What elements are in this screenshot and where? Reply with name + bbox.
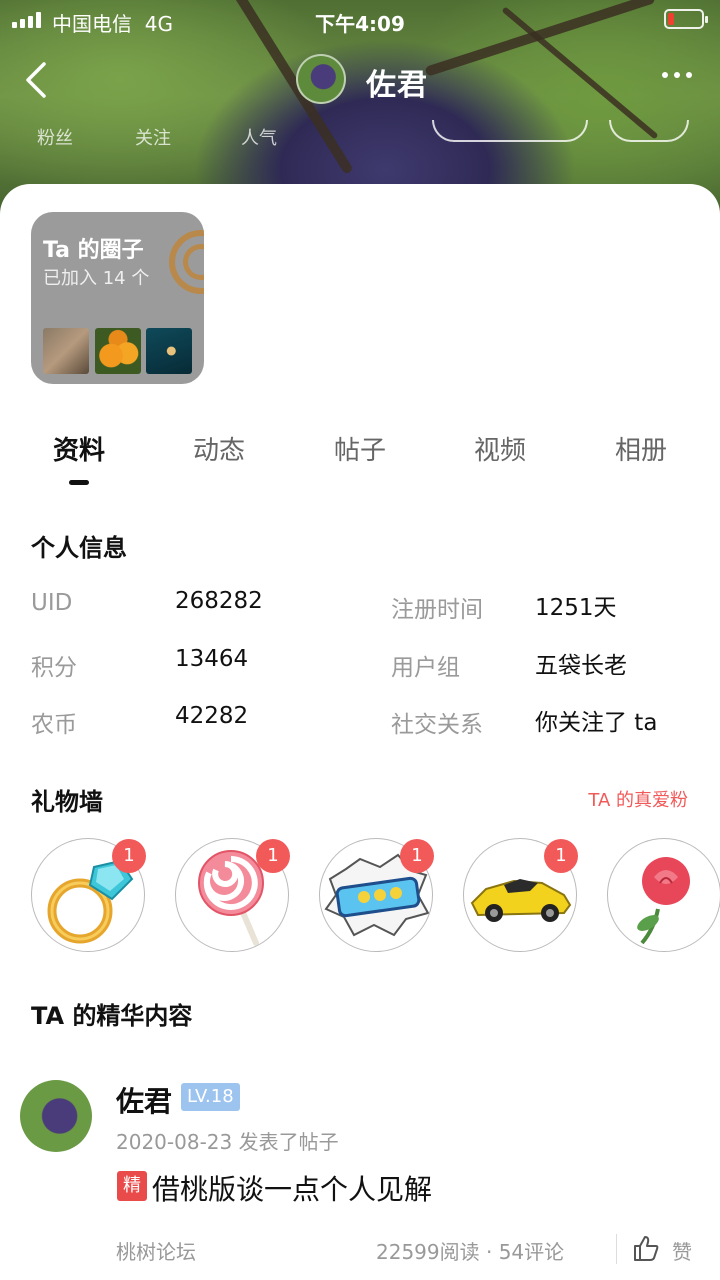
post-author-avatar[interactable] [20, 1080, 92, 1152]
profile-tabs: 资料 动态 帖子 视频 相册 [0, 430, 720, 490]
post-forum[interactable]: 桃树论坛 [116, 1236, 196, 1265]
circles-card[interactable]: Ta 的圈子 已加入 14 个 [31, 212, 204, 384]
tab-album[interactable]: 相册 [591, 430, 691, 467]
more-options-button[interactable] [662, 72, 692, 78]
info-value: 13464 [175, 646, 249, 672]
circle-logo-icon [169, 230, 204, 294]
post-meta: 2020-08-23 发表了帖子 [116, 1130, 339, 1154]
popularity-label[interactable]: 人气 [241, 124, 277, 150]
circles-title: Ta 的圈子 [43, 238, 144, 263]
circle-thumb-orange [95, 328, 141, 374]
post-author-name[interactable]: 佐君 [116, 1080, 172, 1120]
circle-thumb-bird [43, 328, 89, 374]
level-badge: LV.18 [181, 1083, 240, 1111]
header-avatar[interactable] [296, 54, 346, 104]
fans-label[interactable]: 粉丝 [37, 124, 73, 150]
battery-icon [664, 9, 708, 29]
personal-info-title: 个人信息 [31, 534, 127, 562]
following-label[interactable]: 关注 [135, 124, 171, 150]
like-label[interactable]: 赞 [672, 1236, 692, 1265]
info-value: 1251天 [535, 595, 617, 621]
dot-icon [662, 72, 668, 78]
gift-count-badge: 1 [256, 839, 290, 873]
info-label: 注册时间 [391, 597, 483, 623]
featured-title: TA 的精华内容 [31, 1002, 193, 1030]
post-title[interactable]: 借桃版谈一点个人见解 [152, 1168, 432, 1208]
post-stats: 22599阅读 · 54评论 [376, 1240, 565, 1264]
tab-activity[interactable]: 动态 [169, 430, 269, 467]
info-label: UID [31, 590, 73, 616]
tab-profile[interactable]: 资料 [29, 430, 129, 467]
circles-count: 已加入 14 个 [43, 268, 150, 289]
message-button[interactable] [609, 120, 689, 142]
header-username: 佐君 [366, 68, 428, 103]
chevron-left-icon [26, 62, 46, 98]
rose-icon [637, 857, 690, 945]
info-label: 社交关系 [391, 712, 483, 738]
info-value: 五袋长老 [535, 653, 627, 679]
thumbs-up-icon[interactable] [632, 1234, 660, 1262]
tab-videos[interactable]: 视频 [450, 430, 550, 467]
follow-button[interactable] [432, 120, 588, 142]
essence-tag: 精 [117, 1171, 147, 1201]
back-button[interactable] [22, 60, 50, 100]
circle-thumb-dark [146, 328, 192, 374]
gift-count-badge: 1 [544, 839, 578, 873]
info-label: 积分 [31, 655, 77, 681]
tab-indicator [69, 480, 89, 485]
dot-icon [674, 72, 680, 78]
gift-count-badge: 1 [400, 839, 434, 873]
gift-count-badge: 1 [112, 839, 146, 873]
info-value: 268282 [175, 588, 263, 614]
dot-icon [686, 72, 692, 78]
divider [616, 1234, 617, 1264]
status-time: 下午4:09 [315, 12, 405, 36]
tab-posts[interactable]: 帖子 [310, 430, 410, 467]
true-fans-link[interactable]: TA 的真爱粉 [588, 786, 688, 812]
info-value: 你关注了 ta [535, 710, 658, 736]
gift-rose[interactable] [607, 838, 720, 952]
status-bar: 中国电信 4G 下午4:09 [0, 0, 720, 40]
info-value: 42282 [175, 703, 249, 729]
info-label: 用户组 [391, 655, 460, 681]
info-label: 农币 [31, 712, 77, 738]
gift-wall-title: 礼物墙 [31, 788, 103, 816]
